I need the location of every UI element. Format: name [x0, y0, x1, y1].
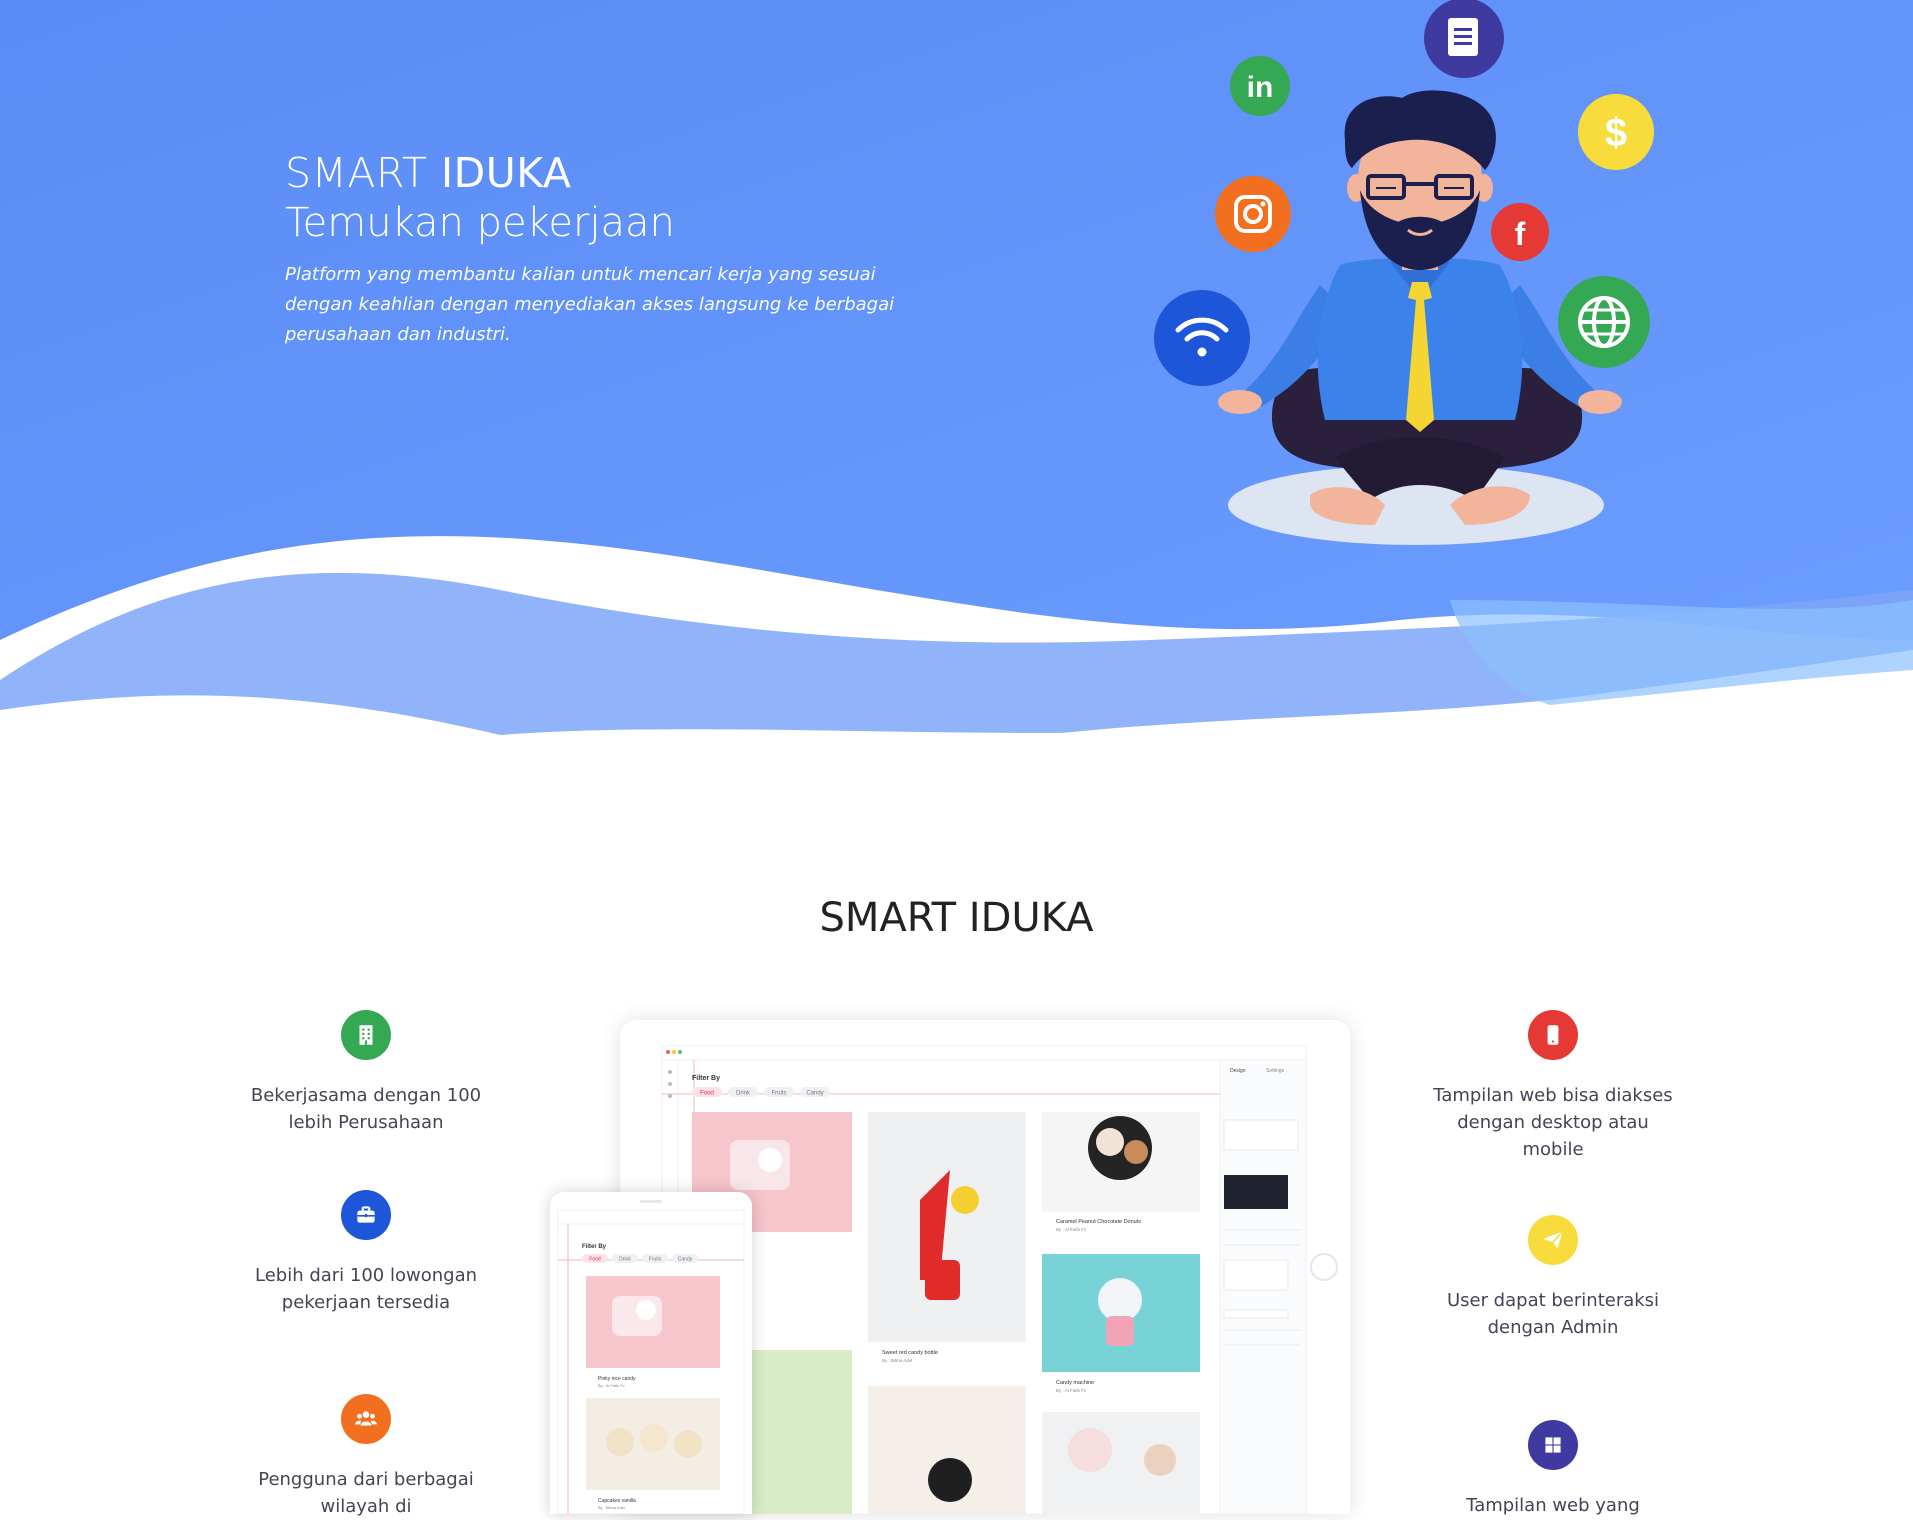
users-icon: [341, 1394, 391, 1444]
svg-text:in: in: [1247, 71, 1274, 104]
feature-display: Tampilan web yang: [1433, 1420, 1673, 1519]
mockup-filter-fruits: Fruits: [772, 1091, 787, 1097]
tablet-filter-fruits: Fruits: [649, 1257, 662, 1263]
hero-subtitle: Temukan pekerjaan: [285, 200, 675, 246]
feature-vacancies-text: Lebih dari 100 lowongan pekerjaan tersed…: [254, 1265, 478, 1313]
send-icon: [1528, 1215, 1578, 1265]
mockup-filter-label: Filter By: [692, 1075, 720, 1082]
tablet-home-button: [1310, 1253, 1338, 1281]
wifi-icon: [1154, 290, 1250, 386]
mobile-icon: [1528, 1010, 1578, 1060]
mockup-card-author: By : Bilma Adel: [882, 1358, 912, 1363]
document-icon: [1424, 0, 1504, 78]
tablet-card-author: By : Al Fatih Fz: [598, 1383, 625, 1388]
feature-display-text: Tampilan web yang: [1466, 1495, 1640, 1516]
globe-icon: [1558, 276, 1650, 368]
mockup-card-title: Caramel Peanut Chocolate Donuts: [1056, 1219, 1141, 1225]
dollar-icon: $: [1578, 94, 1654, 170]
hero-section: SMART IDUKA Temukan pekerjaan Platform y…: [0, 0, 1913, 790]
tablet-card-title: Cupcakes vanilla: [598, 1498, 636, 1504]
feature-vacancies: Lebih dari 100 lowongan pekerjaan tersed…: [246, 1190, 486, 1316]
tablet-card-author: By : Bilma Adel: [598, 1505, 625, 1510]
tablet-mockup: Filter By Food Drink Fruits Candy Pinky …: [550, 1192, 752, 1514]
feature-responsive: Tampilan web bisa diakses dengan desktop…: [1433, 1010, 1673, 1163]
feature-interaction-text: User dapat berinteraksi dengan Admin: [1446, 1290, 1660, 1338]
feature-responsive-text: Tampilan web bisa diakses dengan desktop…: [1433, 1085, 1673, 1160]
svg-text:$: $: [1605, 111, 1627, 155]
mockup-filter-food: Food: [700, 1091, 714, 1097]
hero-title-light: SMART: [285, 149, 442, 197]
tablet-filter-label: Filter By: [582, 1244, 607, 1250]
mockup-filter-candy: Candy: [806, 1091, 823, 1097]
hero-title-bold: IDUKA: [441, 149, 572, 197]
linkedin-icon: in: [1230, 56, 1290, 116]
feature-companies-text: Bekerjasama dengan 100 lebih Perusahaan: [250, 1085, 482, 1133]
feature-users-text: Pengguna dari berbagai wilayah di: [258, 1469, 474, 1517]
meditating-man-illustration: in $ f: [1154, 0, 1654, 545]
building-icon: [341, 1010, 391, 1060]
hero-description: Platform yang membantu kalian untuk menc…: [285, 264, 895, 345]
hero-title: SMART IDUKA: [285, 148, 935, 198]
tablet-filter-drink: Drink: [619, 1257, 631, 1263]
mockup-panel-settings-tab: Settings: [1266, 1068, 1285, 1074]
facebook-icon: f: [1491, 203, 1549, 261]
section-title: SMART IDUKA: [819, 895, 1094, 941]
mockup-panel-design-tab: Design: [1230, 1068, 1246, 1074]
tablet-card-title: Pinky nice candy: [598, 1376, 636, 1382]
mockup-card-title: Sweet red candy bottle: [882, 1350, 938, 1356]
mockup-card-title: Candy machine: [1056, 1380, 1094, 1386]
tablet-filter-food: Food: [589, 1257, 601, 1263]
windows-icon: [1528, 1420, 1578, 1470]
hero-text: SMART IDUKA Temukan pekerjaan Platform y…: [285, 148, 935, 350]
mockup-filter-drink: Drink: [736, 1091, 751, 1097]
feature-interaction: User dapat berinteraksi dengan Admin: [1433, 1215, 1673, 1341]
mockup-card-author: By : Al Fatih Fz: [1056, 1388, 1087, 1393]
mockup-card-author: By : Al Fatih Fz: [1056, 1227, 1087, 1232]
instagram-icon: [1215, 176, 1291, 252]
feature-users: Pengguna dari berbagai wilayah di: [246, 1394, 486, 1520]
tablet-mockup-screen: Filter By Food Drink Fruits Candy Pinky …: [550, 1192, 752, 1514]
svg-text:f: f: [1515, 216, 1526, 252]
briefcase-icon: [341, 1190, 391, 1240]
tablet-filter-candy: Candy: [678, 1257, 693, 1263]
feature-companies: Bekerjasama dengan 100 lebih Perusahaan: [246, 1010, 486, 1136]
